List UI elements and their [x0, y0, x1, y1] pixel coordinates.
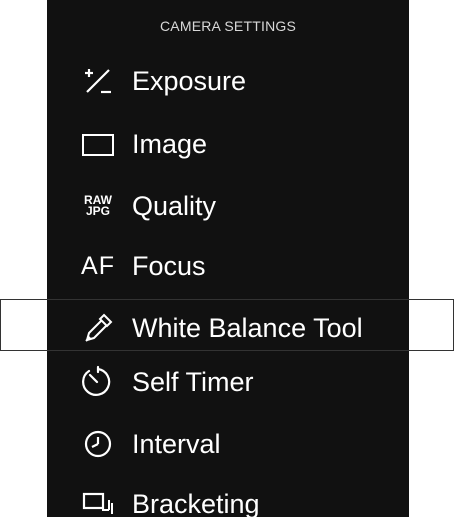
camera-settings-panel: CAMERA SETTINGS Exposure Image RAW JPG Q… [47, 0, 409, 517]
menu-item-label: Interval [132, 428, 221, 459]
menu-item-exposure[interactable]: Exposure [47, 55, 409, 107]
panel-title: CAMERA SETTINGS [159, 18, 297, 34]
menu-item-label: Exposure [132, 65, 247, 96]
menu-item-label: White Balance Tool [132, 312, 363, 343]
self-timer-icon [77, 362, 119, 402]
raw-jpg-icon: RAW JPG [77, 186, 119, 226]
menu-item-bracketing[interactable]: Bracketing [47, 478, 409, 517]
menu-item-label: Focus [132, 250, 206, 281]
bracketing-icon [77, 484, 119, 517]
menu-item-focus[interactable]: AF Focus [47, 240, 409, 292]
menu-item-image[interactable]: Image [47, 118, 409, 170]
menu-item-quality[interactable]: RAW JPG Quality [47, 180, 409, 232]
interval-clock-icon [77, 424, 119, 464]
image-frame-icon [77, 124, 119, 164]
af-icon: AF [81, 251, 115, 280]
menu-item-label: Bracketing [132, 488, 260, 517]
exposure-compensation-icon [77, 61, 119, 101]
eyedropper-icon [77, 308, 119, 348]
menu-item-label: Image [132, 128, 208, 159]
menu-item-white-balance-tool[interactable]: White Balance Tool [47, 302, 409, 354]
menu-item-label: Quality [132, 190, 217, 221]
jpg-icon-text: JPG [85, 204, 110, 218]
menu-item-interval[interactable]: Interval [47, 418, 409, 470]
menu-item-self-timer[interactable]: Self Timer [47, 356, 409, 408]
menu-item-label: Self Timer [132, 366, 254, 397]
